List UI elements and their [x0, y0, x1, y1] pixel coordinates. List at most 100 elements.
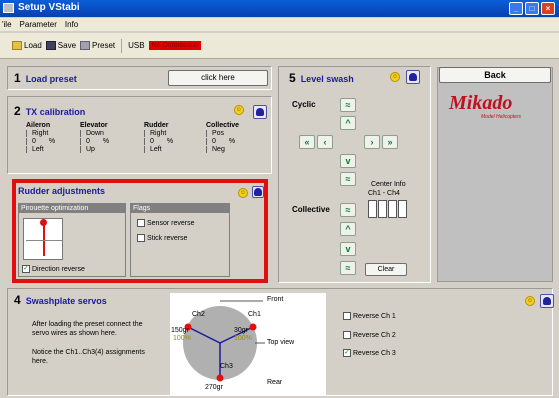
- direction-reverse-check: ✓: [22, 265, 30, 273]
- floppy-icon: [45, 41, 56, 50]
- app-icon: [3, 3, 14, 13]
- diagram-right-angle: 30gr: [234, 327, 249, 334]
- stick-reverse-checkbox[interactable]: Stick reverse: [137, 234, 187, 242]
- rudder-column: Rudder Right 0% Left: [144, 122, 173, 153]
- collective-up-button[interactable]: ^: [340, 222, 356, 236]
- diagram-left-pct: 100%: [173, 335, 191, 342]
- cyclic-up-fast-button[interactable]: ≈: [340, 98, 356, 112]
- stick-reverse-check: [137, 234, 145, 242]
- diagram-topview-label: Top view: [267, 339, 295, 346]
- help-icon[interactable]: [540, 294, 554, 308]
- sensor-reverse-label: Sensor reverse: [147, 219, 195, 227]
- aileron-column: Aileron Right 0% Left: [26, 122, 55, 153]
- clear-button[interactable]: Clear: [365, 263, 407, 276]
- preset-label: Preset: [92, 41, 116, 50]
- pirouette-optimization-group: Pirouette optimization ✓ Direction revers…: [18, 203, 126, 277]
- minimize-button[interactable]: _: [509, 2, 523, 15]
- usb-label: USB: [128, 41, 145, 50]
- rudder-value: 0: [150, 138, 154, 145]
- reverse-ch1-checkbox[interactable]: Reverse Ch 1: [343, 312, 396, 320]
- center-info-label: Center Info: [371, 181, 406, 188]
- load-button[interactable]: Load: [12, 41, 42, 50]
- flags-group: Flags Sensor reverse Stick reverse: [130, 203, 230, 277]
- rudder-adjustments-title: Rudder adjustments: [18, 186, 106, 196]
- cyclic-right-button[interactable]: ›: [364, 135, 380, 149]
- collective-swash-label: Collective: [292, 205, 330, 214]
- help-icon[interactable]: [406, 70, 420, 84]
- pirouette-graph[interactable]: [23, 218, 63, 260]
- elevator-label: Elevator: [80, 122, 108, 129]
- cyclic-down-fast-button[interactable]: ≈: [340, 172, 356, 186]
- toolbar-divider: [121, 38, 123, 53]
- collective-unit: %: [228, 138, 236, 145]
- toolbar: Load Save Preset USB No Connection: [0, 33, 559, 59]
- reverse-ch3-label: Reverse Ch 3: [353, 349, 396, 357]
- smiley-icon: ☺: [234, 105, 244, 115]
- preset-button[interactable]: Preset: [80, 41, 115, 50]
- aileron-unit: %: [48, 138, 56, 145]
- cyclic-left-button[interactable]: ‹: [317, 135, 333, 149]
- center-info-ch4: [398, 200, 407, 218]
- tx-calibration-title: 2 TX calibration: [14, 104, 86, 118]
- collective-down-fast-button[interactable]: ≈: [340, 261, 356, 275]
- reverse-ch2-check: [343, 331, 351, 339]
- reverse-ch2-checkbox[interactable]: Reverse Ch 2: [343, 331, 396, 339]
- collective-column: Collective Pos 0% Neg: [206, 122, 239, 153]
- menu-parameter[interactable]: Parameter: [20, 18, 57, 31]
- swashplate-instructions: After loading the preset connect the ser…: [32, 321, 143, 337]
- maximize-button[interactable]: □: [525, 2, 539, 15]
- preset-icon: [80, 41, 91, 50]
- load-preset-button[interactable]: click here: [168, 70, 268, 86]
- menu-file[interactable]: 'ile: [2, 18, 12, 31]
- collective-bottom-label: Neg: [212, 146, 225, 153]
- collective-value: 0: [212, 138, 216, 145]
- load-preset-title: 1 Load preset: [14, 71, 77, 85]
- reverse-ch1-label: Reverse Ch 1: [353, 312, 396, 320]
- aileron-bottom-label: Left: [32, 146, 44, 153]
- reverse-ch1-check: [343, 312, 351, 320]
- collective-down-button[interactable]: v: [340, 242, 356, 256]
- mikado-logo: Mikado Model Helicopters: [449, 92, 549, 122]
- flags-label: Flags: [131, 204, 229, 213]
- help-icon[interactable]: [252, 186, 264, 198]
- cyclic-up-button[interactable]: ^: [340, 116, 356, 130]
- collective-top-label: Pos: [212, 130, 225, 137]
- aileron-top-label: Right: [32, 130, 49, 137]
- swashplate-servos-title: 4 Swashplate servos: [14, 293, 107, 307]
- sensor-reverse-check: [137, 219, 145, 227]
- smiley-icon: ☺: [390, 72, 400, 82]
- rudder-unit: %: [166, 138, 174, 145]
- cyclic-right-fast-button[interactable]: »: [382, 135, 398, 149]
- direction-reverse-checkbox[interactable]: ✓ Direction reverse: [22, 265, 85, 273]
- help-icon[interactable]: [253, 105, 267, 119]
- menu-bar: 'ile Parameter Info: [0, 18, 559, 31]
- save-button[interactable]: Save: [45, 41, 76, 50]
- logo-brand: Mikado: [449, 92, 513, 114]
- diagram-left-angle: 150gr: [171, 327, 189, 334]
- window-titlebar: Setup VStabi _ □ ×: [0, 0, 559, 17]
- smiley-icon: ☺: [238, 188, 248, 198]
- center-info-ch2: [378, 200, 387, 218]
- elevator-bottom-label: Up: [86, 146, 95, 153]
- rudder-top-label: Right: [150, 130, 167, 137]
- sensor-reverse-checkbox[interactable]: Sensor reverse: [137, 219, 194, 227]
- diagram-ch2-label: Ch2: [192, 311, 205, 318]
- back-button[interactable]: Back: [439, 67, 551, 83]
- elevator-unit: %: [102, 138, 110, 145]
- swashplate-notice: Notice the Ch1..Ch3(4) assignments here.: [32, 349, 145, 365]
- level-swash-title: 5 Level swash: [289, 71, 354, 85]
- close-button[interactable]: ×: [541, 2, 555, 15]
- collective-up-fast-button[interactable]: ≈: [340, 203, 356, 217]
- swashplate-diagram: Front Top view Rear Ch2 Ch1 Ch3 150gr 10…: [170, 293, 326, 395]
- pirouette-optimization-label: Pirouette optimization: [19, 204, 125, 213]
- menu-info[interactable]: Info: [65, 18, 78, 31]
- cyclic-left-fast-button[interactable]: «: [299, 135, 315, 149]
- diagram-rear-label: Rear: [267, 379, 283, 386]
- reverse-ch3-check: ✓: [343, 349, 351, 357]
- elevator-value: 0: [86, 138, 90, 145]
- elevator-top-label: Down: [86, 130, 104, 137]
- elevator-column: Elevator Down 0% Up: [80, 122, 109, 153]
- cyclic-down-button[interactable]: v: [340, 154, 356, 168]
- diagram-ch3-label: Ch3: [220, 363, 233, 370]
- reverse-ch3-checkbox[interactable]: ✓ Reverse Ch 3: [343, 349, 396, 357]
